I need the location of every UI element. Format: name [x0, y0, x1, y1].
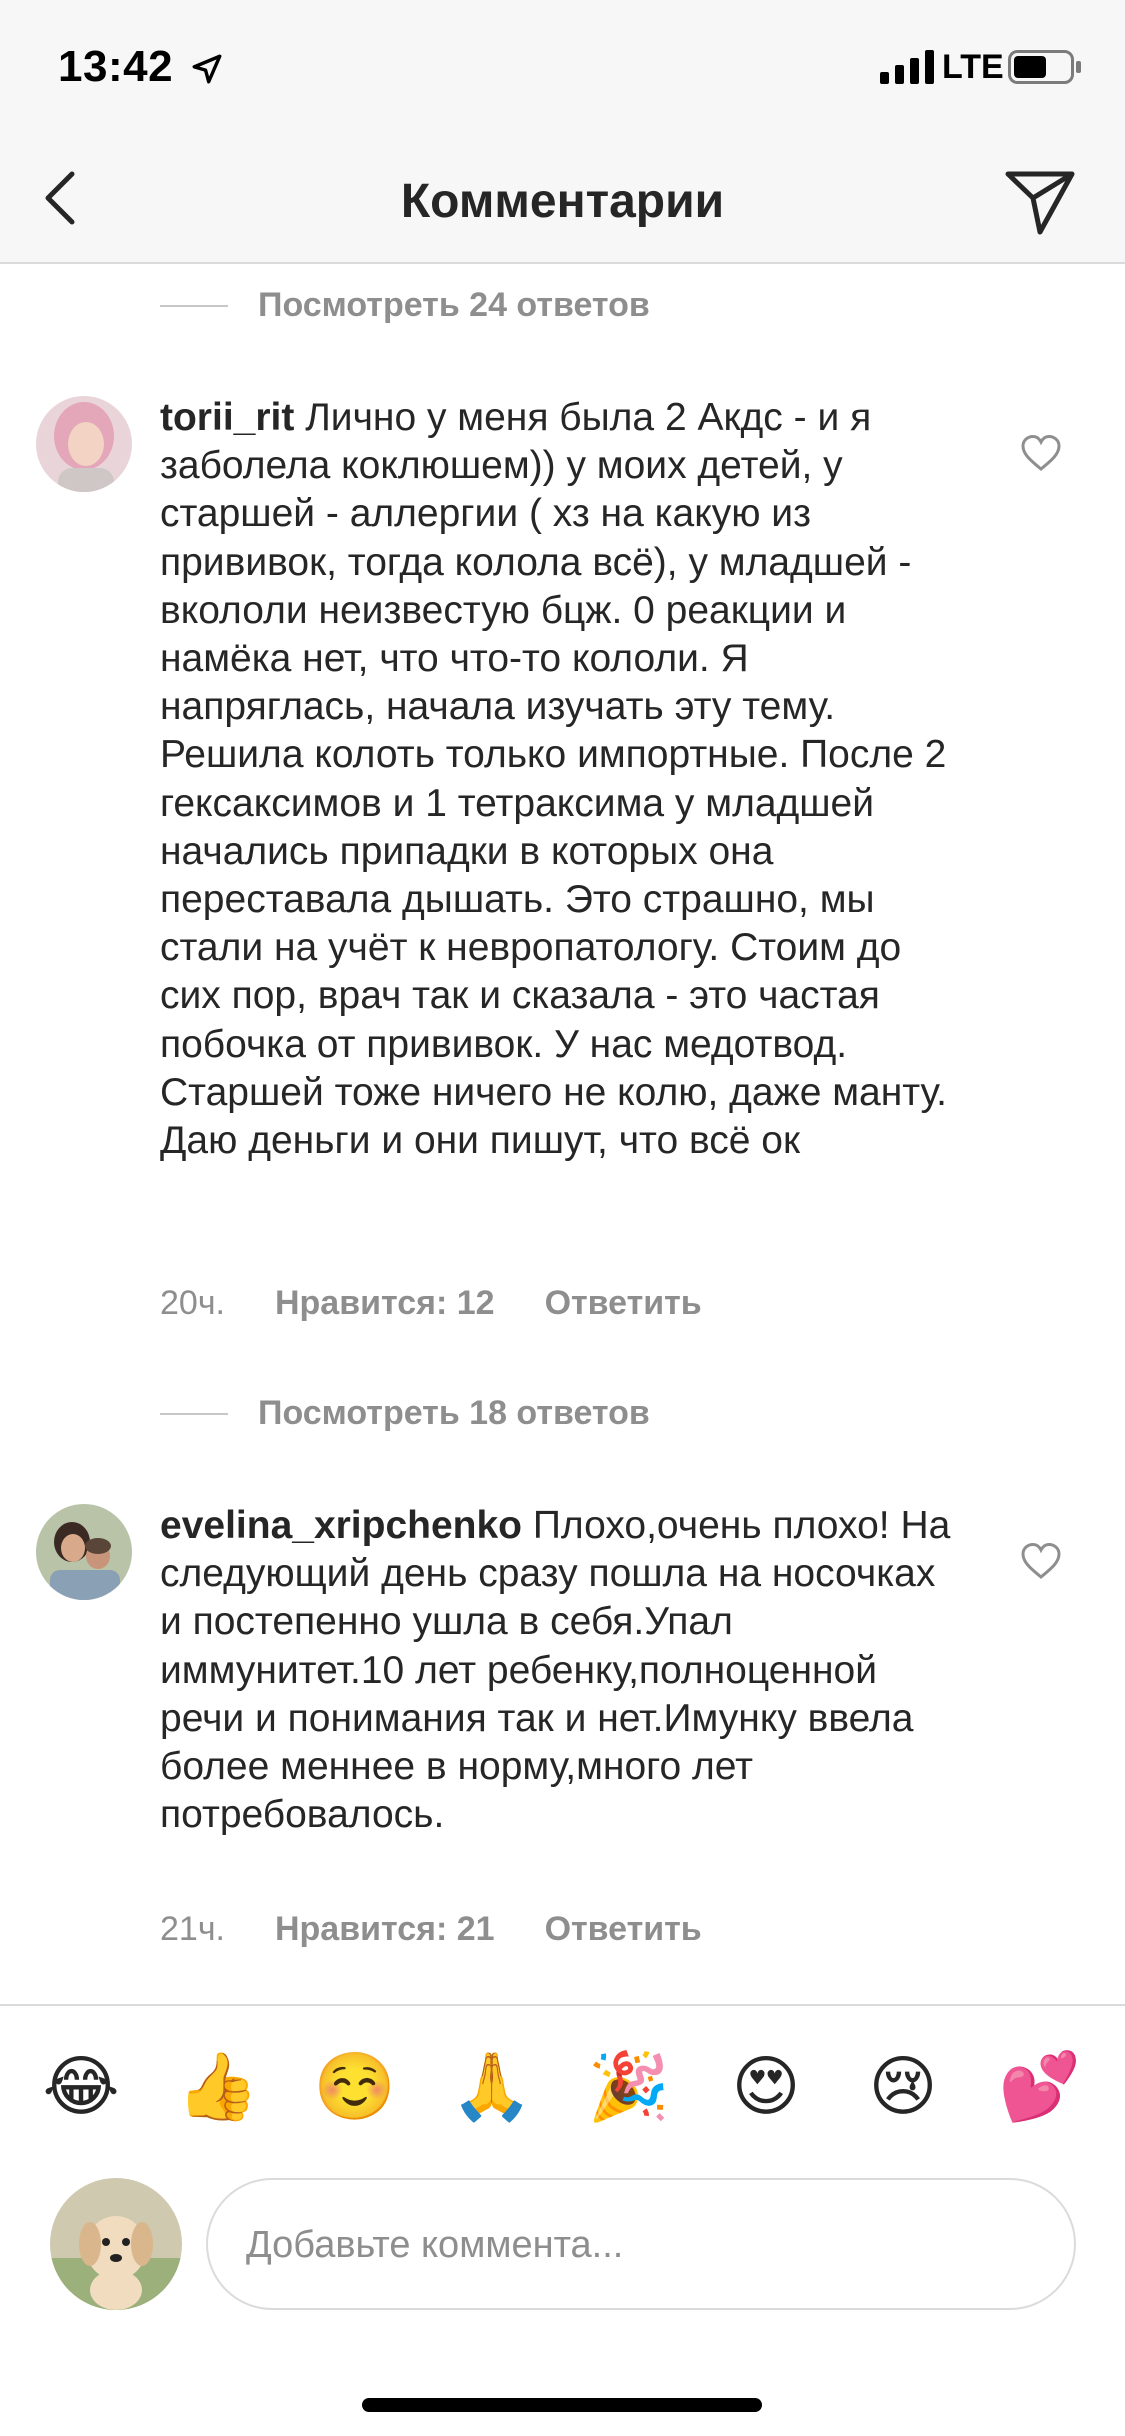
user-photo-icon	[36, 1504, 132, 1600]
emoji-thumbs-up-button[interactable]: 👍	[173, 2046, 263, 2126]
comment-input[interactable]	[246, 2210, 1036, 2280]
network-type: LTE	[942, 48, 1004, 86]
status-bar: 13:42 LTE	[0, 0, 1125, 132]
emoji-quick-bar: 😂 👍 ☺️ 🙏 🎉 😍 😢 💕	[0, 2004, 1125, 2170]
view-replies-button[interactable]: Посмотреть 24 ответов	[160, 286, 650, 325]
emoji-joy-button[interactable]: 😂	[36, 2046, 126, 2126]
user-photo-icon	[36, 396, 132, 492]
view-replies-label: Посмотреть 24 ответов	[258, 286, 650, 324]
location-arrow-icon	[192, 54, 222, 84]
comment-meta: 20ч. Нравится: 12 Ответить	[160, 1284, 702, 1323]
reply-button[interactable]: Ответить	[545, 1284, 702, 1323]
comment-text: evelina_xripchenko Плохо,очень плохо! На…	[160, 1502, 960, 1839]
replies-divider	[160, 304, 228, 307]
emoji-smile-button[interactable]: ☺️	[310, 2046, 400, 2126]
comment-time: 21ч.	[160, 1910, 225, 1948]
comment-input-box[interactable]	[206, 2178, 1076, 2310]
comment-body: Лично у меня была 2 Акдс - и я заболела …	[160, 396, 947, 1163]
home-indicator[interactable]	[362, 2398, 762, 2412]
like-heart-icon[interactable]	[1020, 434, 1062, 472]
navigation-bar: Комментарии	[0, 132, 1125, 264]
comment-likes[interactable]: Нравится: 21	[275, 1910, 495, 1949]
emoji-heart-eyes-button[interactable]: 😍	[721, 2046, 811, 2126]
view-replies-label: Посмотреть 18 ответов	[258, 1394, 650, 1432]
page-title: Комментарии	[400, 175, 725, 228]
comment-username[interactable]: torii_rit	[160, 396, 294, 439]
cellular-signal-icon	[880, 50, 934, 84]
like-heart-icon[interactable]	[1020, 1542, 1062, 1580]
emoji-cry-button[interactable]: 😢	[858, 2046, 948, 2126]
puppy-photo-icon	[50, 2178, 182, 2310]
comment-time: 20ч.	[160, 1284, 225, 1322]
comment-body: Плохо,очень плохо! На следующий день сра…	[160, 1504, 951, 1837]
comment-meta: 21ч. Нравится: 21 Ответить	[160, 1910, 702, 1949]
comment-likes[interactable]: Нравится: 12	[275, 1284, 495, 1323]
replies-divider	[160, 1412, 228, 1415]
status-time: 13:42	[58, 42, 174, 91]
comment-username[interactable]: evelina_xripchenko	[160, 1504, 522, 1547]
emoji-hearts-button[interactable]: 💕	[995, 2046, 1085, 2126]
avatar	[50, 2178, 182, 2310]
direct-send-icon[interactable]	[1000, 160, 1080, 240]
emoji-pray-button[interactable]: 🙏	[447, 2046, 537, 2126]
view-replies-button[interactable]: Посмотреть 18 ответов	[160, 1394, 650, 1433]
avatar[interactable]	[36, 396, 132, 492]
reply-button[interactable]: Ответить	[545, 1910, 702, 1949]
battery-icon	[1008, 50, 1081, 84]
comment-text: torii_rit Лично у меня была 2 Акдс - и я…	[160, 394, 960, 1165]
emoji-party-button[interactable]: 🎉	[584, 2046, 674, 2126]
avatar[interactable]	[36, 1504, 132, 1600]
